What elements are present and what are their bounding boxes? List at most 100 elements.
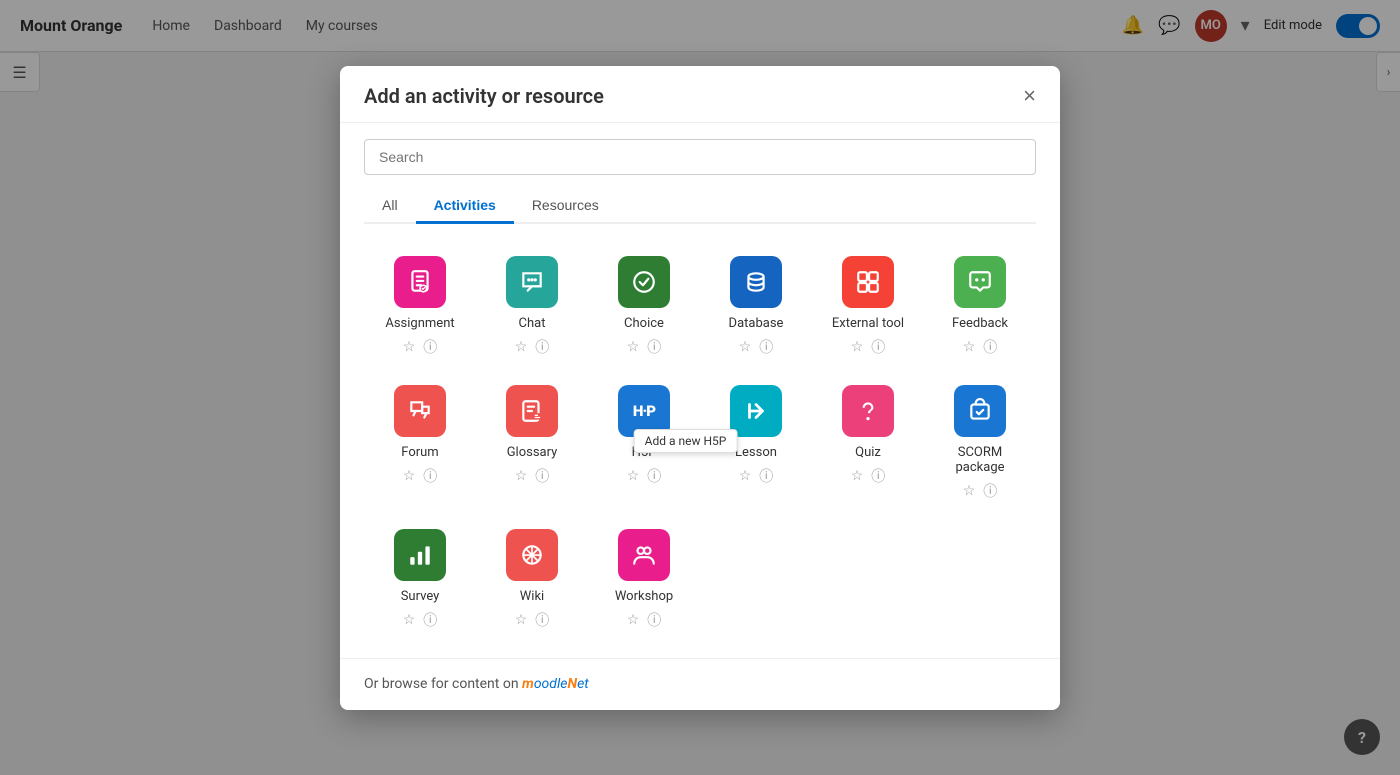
moodlenet-link-text: Or browse for content on moodleNet	[364, 676, 589, 692]
assignment-icon	[394, 256, 446, 308]
feedback-actions: ☆ ⓘ	[963, 337, 998, 357]
database-label: Database	[729, 316, 784, 331]
tab-resources[interactable]: Resources	[514, 189, 617, 224]
activity-item-scorm[interactable]: SCORM package ☆ ⓘ	[924, 369, 1036, 513]
survey-info[interactable]: ⓘ	[423, 610, 437, 630]
h5p-star[interactable]: ☆	[627, 468, 640, 484]
activity-item-glossary[interactable]: Glossary ☆ ⓘ	[476, 369, 588, 513]
workshop-label: Workshop	[615, 589, 673, 604]
activity-item-wiki[interactable]: Wiki ☆ ⓘ	[476, 513, 588, 642]
survey-icon	[394, 529, 446, 581]
forum-icon	[394, 385, 446, 437]
activity-item-h5p[interactable]: H·P H5P ☆ ⓘ Add a new H5P	[588, 369, 700, 513]
forum-info[interactable]: ⓘ	[423, 466, 437, 486]
modal-body: All Activities Resources Assignment ☆	[340, 123, 1060, 658]
workshop-actions: ☆ ⓘ	[627, 610, 662, 630]
quiz-info[interactable]: ⓘ	[871, 466, 885, 486]
wiki-star[interactable]: ☆	[515, 612, 528, 628]
wiki-icon	[506, 529, 558, 581]
activity-grid: Assignment ☆ ⓘ Chat	[364, 240, 1036, 642]
scorm-actions: ☆ ⓘ	[963, 481, 998, 501]
external-tool-actions: ☆ ⓘ	[851, 337, 886, 357]
feedback-info[interactable]: ⓘ	[983, 337, 997, 357]
feedback-label: Feedback	[952, 316, 1008, 331]
chat-star[interactable]: ☆	[515, 339, 528, 355]
tab-activities[interactable]: Activities	[416, 189, 514, 224]
choice-label: Choice	[624, 316, 664, 331]
h5p-label: H5P	[632, 445, 657, 460]
feedback-icon	[954, 256, 1006, 308]
scorm-label: SCORM package	[932, 445, 1028, 475]
activity-item-forum[interactable]: Forum ☆ ⓘ	[364, 369, 476, 513]
wiki-info[interactable]: ⓘ	[535, 610, 549, 630]
activity-item-chat[interactable]: Chat ☆ ⓘ	[476, 240, 588, 369]
activity-item-lesson[interactable]: Lesson ☆ ⓘ	[700, 369, 812, 513]
assignment-star[interactable]: ☆	[403, 339, 416, 355]
activity-item-quiz[interactable]: Quiz ☆ ⓘ	[812, 369, 924, 513]
moodlenet-link[interactable]: moodleNet	[522, 676, 589, 692]
database-star[interactable]: ☆	[739, 339, 752, 355]
external-tool-info[interactable]: ⓘ	[871, 337, 885, 357]
forum-star[interactable]: ☆	[403, 468, 416, 484]
scorm-star[interactable]: ☆	[963, 483, 976, 499]
search-input[interactable]	[364, 139, 1036, 175]
tab-all[interactable]: All	[364, 189, 416, 224]
external-tool-icon	[842, 256, 894, 308]
h5p-actions: ☆ ⓘ	[627, 466, 662, 486]
assignment-info[interactable]: ⓘ	[423, 337, 437, 357]
workshop-icon	[618, 529, 670, 581]
choice-icon	[618, 256, 670, 308]
modal-footer: Or browse for content on moodleNet	[340, 658, 1060, 710]
activity-item-assignment[interactable]: Assignment ☆ ⓘ	[364, 240, 476, 369]
activity-item-database[interactable]: Database ☆ ⓘ	[700, 240, 812, 369]
activity-item-feedback[interactable]: Feedback ☆ ⓘ	[924, 240, 1036, 369]
glossary-info[interactable]: ⓘ	[535, 466, 549, 486]
database-icon	[730, 256, 782, 308]
activity-item-workshop[interactable]: Workshop ☆ ⓘ	[588, 513, 700, 642]
database-actions: ☆ ⓘ	[739, 337, 774, 357]
wiki-actions: ☆ ⓘ	[515, 610, 550, 630]
choice-info[interactable]: ⓘ	[647, 337, 661, 357]
glossary-icon	[506, 385, 558, 437]
scorm-info[interactable]: ⓘ	[983, 481, 997, 501]
external-tool-label: External tool	[832, 316, 904, 331]
scorm-icon	[954, 385, 1006, 437]
modal-title: Add an activity or resource	[364, 84, 604, 108]
glossary-label: Glossary	[507, 445, 558, 460]
h5p-info[interactable]: ⓘ	[647, 466, 661, 486]
lesson-star[interactable]: ☆	[739, 468, 752, 484]
activity-item-survey[interactable]: Survey ☆ ⓘ	[364, 513, 476, 642]
wiki-label: Wiki	[520, 589, 544, 604]
quiz-star[interactable]: ☆	[851, 468, 864, 484]
chat-info[interactable]: ⓘ	[535, 337, 549, 357]
chat-label: Chat	[519, 316, 546, 331]
database-info[interactable]: ⓘ	[759, 337, 773, 357]
external-tool-star[interactable]: ☆	[851, 339, 864, 355]
survey-actions: ☆ ⓘ	[403, 610, 438, 630]
add-activity-modal: Add an activity or resource × All Activi…	[340, 66, 1060, 710]
lesson-actions: ☆ ⓘ	[739, 466, 774, 486]
activity-item-choice[interactable]: Choice ☆ ⓘ	[588, 240, 700, 369]
workshop-info[interactable]: ⓘ	[647, 610, 661, 630]
glossary-star[interactable]: ☆	[515, 468, 528, 484]
workshop-star[interactable]: ☆	[627, 612, 640, 628]
survey-label: Survey	[401, 589, 440, 604]
choice-star[interactable]: ☆	[627, 339, 640, 355]
chat-actions: ☆ ⓘ	[515, 337, 550, 357]
lesson-label: Lesson	[735, 445, 777, 460]
choice-actions: ☆ ⓘ	[627, 337, 662, 357]
h5p-icon: H·P	[618, 385, 670, 437]
lesson-info[interactable]: ⓘ	[759, 466, 773, 486]
tab-bar: All Activities Resources	[364, 189, 1036, 224]
lesson-icon	[730, 385, 782, 437]
quiz-icon	[842, 385, 894, 437]
forum-label: Forum	[401, 445, 438, 460]
activity-item-external-tool[interactable]: External tool ☆ ⓘ	[812, 240, 924, 369]
footer-text: Or browse for content on	[364, 676, 522, 692]
feedback-star[interactable]: ☆	[963, 339, 976, 355]
assignment-actions: ☆ ⓘ	[403, 337, 438, 357]
quiz-label: Quiz	[855, 445, 881, 460]
survey-star[interactable]: ☆	[403, 612, 416, 628]
modal-close-button[interactable]: ×	[1023, 85, 1036, 107]
quiz-actions: ☆ ⓘ	[851, 466, 886, 486]
